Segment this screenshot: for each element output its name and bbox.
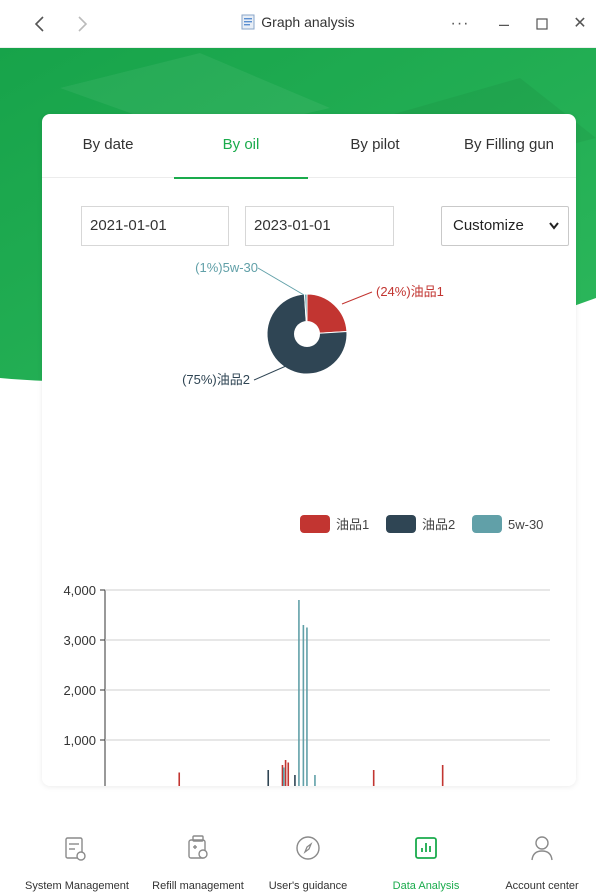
legend-label: 油品2 bbox=[422, 517, 456, 532]
slice-label-line bbox=[257, 267, 305, 296]
tab-by-oil[interactable]: By oil bbox=[174, 114, 308, 179]
nav-label: User's guidance bbox=[268, 880, 348, 892]
window-titlebar: Graph analysis ··· – ✕ bbox=[0, 0, 596, 48]
user-icon bbox=[531, 836, 553, 861]
oil-share-donut-chart: (24%)油品1 (75%)油品2 (1%)5w-30 bbox=[182, 262, 444, 387]
tab-by-date[interactable]: By date bbox=[42, 114, 174, 178]
bar[interactable] bbox=[298, 600, 300, 786]
bar-chart-icon bbox=[415, 837, 437, 859]
slice-label: (75%)油品2 bbox=[182, 372, 250, 387]
bar[interactable] bbox=[287, 762, 290, 787]
bar[interactable] bbox=[178, 772, 181, 787]
y-tick-label: 4,000 bbox=[63, 583, 96, 598]
bar[interactable] bbox=[294, 775, 296, 786]
slice-label: (24%)油品1 bbox=[376, 284, 444, 299]
end-date-input[interactable]: 2023-01-01 bbox=[245, 206, 394, 246]
tab-by-filling-gun[interactable]: By Filling gun bbox=[442, 114, 576, 178]
nav-system-management[interactable]: System Management bbox=[25, 826, 129, 894]
bar[interactable] bbox=[372, 770, 375, 786]
legend-swatch bbox=[386, 515, 416, 533]
tab-by-pilot[interactable]: By pilot bbox=[308, 114, 442, 178]
analysis-card: By date By oil By pilot By Filling gun 2… bbox=[42, 114, 576, 786]
legend-item-5w-30[interactable]: 5w-30 bbox=[472, 514, 543, 536]
compass-icon bbox=[296, 836, 320, 860]
range-select[interactable]: Customize bbox=[441, 206, 569, 246]
start-date-input[interactable]: 2021-01-01 bbox=[81, 206, 229, 246]
nav-label: System Management bbox=[25, 880, 129, 892]
bar[interactable] bbox=[306, 627, 308, 787]
nav-label: Data Analysis bbox=[392, 880, 460, 892]
close-button[interactable]: ✕ bbox=[570, 10, 590, 38]
document-icon bbox=[241, 14, 255, 30]
bar[interactable] bbox=[314, 775, 316, 786]
oil-volume-bar-chart: 4,000 3,000 2,000 1,000 bbox=[63, 583, 550, 787]
nav-users-guidance[interactable]: User's guidance bbox=[269, 826, 347, 894]
nav-refill-management[interactable]: Refill management bbox=[152, 826, 244, 894]
donut-hole bbox=[294, 321, 320, 347]
y-tick-label: 2,000 bbox=[63, 683, 96, 698]
slice-label: (1%)5w-30 bbox=[195, 262, 258, 275]
system-management-icon bbox=[65, 837, 86, 861]
nav-data-analysis[interactable]: Data Analysis bbox=[393, 826, 459, 894]
bar[interactable] bbox=[267, 770, 270, 786]
chevron-down-icon bbox=[548, 207, 560, 260]
minimize-button[interactable]: – bbox=[494, 10, 514, 38]
tab-bar: By date By oil By pilot By Filling gun bbox=[42, 114, 576, 179]
maximize-icon bbox=[536, 18, 548, 30]
legend-item-oil2[interactable]: 油品2 bbox=[386, 514, 455, 536]
legend-swatch bbox=[300, 515, 330, 533]
legend-label: 5w-30 bbox=[508, 517, 544, 532]
bottom-navigation: System Management Refill management User… bbox=[0, 826, 596, 894]
nav-account-center[interactable]: Account center bbox=[505, 826, 579, 894]
bar[interactable] bbox=[441, 765, 444, 786]
nav-label: Account center bbox=[505, 880, 579, 892]
bar[interactable] bbox=[302, 625, 305, 786]
bar[interactable] bbox=[284, 760, 287, 786]
y-tick-label: 1,000 bbox=[63, 733, 96, 748]
bar[interactable] bbox=[283, 767, 285, 787]
legend-item-oil1[interactable]: 油品1 bbox=[300, 514, 369, 536]
window-title: Graph analysis bbox=[261, 14, 355, 30]
legend-swatch bbox=[472, 515, 502, 533]
legend-label: 油品1 bbox=[336, 517, 370, 532]
range-select-value: Customize bbox=[453, 217, 524, 234]
slice-label-line bbox=[341, 291, 373, 305]
nav-label: Refill management bbox=[152, 880, 244, 892]
refill-management-icon bbox=[188, 835, 208, 859]
y-tick-label: 3,000 bbox=[63, 633, 96, 648]
maximize-button[interactable] bbox=[532, 10, 552, 38]
slice-label-line bbox=[253, 365, 287, 381]
more-button[interactable]: ··· bbox=[448, 10, 472, 38]
